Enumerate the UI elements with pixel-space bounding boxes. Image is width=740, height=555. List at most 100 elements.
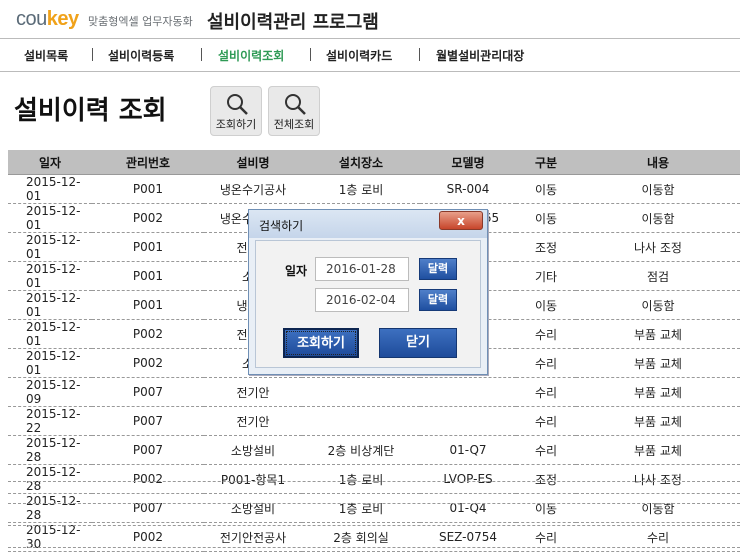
dialog-search-button[interactable]: 조회하기 bbox=[283, 328, 359, 358]
table-cell: P001 bbox=[92, 261, 204, 291]
start-calendar-button[interactable]: 달력 bbox=[419, 258, 457, 280]
table-row[interactable]: 2015-12-01 P001 냉온수기공사 1층 로비 SR-004 이동 이동함 bbox=[8, 174, 740, 204]
table-cell: 2015-12-28 bbox=[8, 493, 92, 523]
empty-row bbox=[8, 481, 740, 482]
table-cell: 부품 교체 bbox=[576, 377, 740, 407]
table-cell: 이동 bbox=[516, 203, 576, 233]
table-row[interactable]: 2015-12-22 P007 전기안 수리 부품 교체 bbox=[8, 406, 740, 436]
table-row[interactable]: 2015-12-28 P007 소방설비 2층 비상계단 01-Q7 수리 부품 교체 bbox=[8, 435, 740, 465]
column-header: 설비명 bbox=[204, 150, 302, 175]
table-cell: 2015-12-01 bbox=[8, 319, 92, 349]
table-cell: P007 bbox=[92, 406, 204, 436]
column-header: 일자 bbox=[8, 150, 92, 175]
table-cell: P002 bbox=[92, 319, 204, 349]
table-cell: 수리 bbox=[516, 377, 576, 407]
column-header: 설치장소 bbox=[302, 150, 420, 175]
search-button-label: 조회하기 bbox=[215, 118, 257, 131]
main-nav: 설비목록 설비이력등록 설비이력조회 설비이력카드 월별설비관리대장 bbox=[0, 38, 740, 72]
table-cell: 수리 bbox=[516, 348, 576, 378]
table-cell: 1층 로비 bbox=[302, 493, 420, 523]
table-cell: 부품 교체 bbox=[576, 435, 740, 465]
table-cell: 2015-12-28 bbox=[8, 464, 92, 494]
column-header: 관리번호 bbox=[92, 150, 204, 175]
table-cell: 01-Q4 bbox=[420, 493, 516, 523]
logo: coukey bbox=[16, 8, 79, 30]
table-cell: 수리 bbox=[516, 406, 576, 436]
logo-subtitle: 맞춤형엑셀 업무자동화 bbox=[88, 15, 193, 28]
start-date-field[interactable]: 2016-01-28 bbox=[315, 257, 409, 281]
empty-row bbox=[8, 503, 740, 504]
nav-item-history-card[interactable]: 설비이력카드 bbox=[326, 47, 392, 64]
table-cell: P007 bbox=[92, 377, 204, 407]
nav-item-history-register[interactable]: 설비이력등록 bbox=[108, 47, 174, 64]
table-cell: P007 bbox=[92, 435, 204, 465]
table-cell: 이동 bbox=[516, 493, 576, 523]
end-date-field[interactable]: 2016-02-04 bbox=[315, 288, 409, 312]
table-cell bbox=[420, 406, 516, 436]
dialog-close-action-button[interactable]: 닫기 bbox=[379, 328, 457, 358]
show-all-button[interactable]: 전체조회 bbox=[268, 86, 320, 136]
table-cell: 2015-12-01 bbox=[8, 261, 92, 291]
table-cell: 수리 bbox=[516, 319, 576, 349]
nav-divider bbox=[419, 48, 420, 61]
table-cell: 2015-12-01 bbox=[8, 348, 92, 378]
table-cell: 부품 교체 bbox=[576, 319, 740, 349]
app-header: coukey 맞춤형엑셀 업무자동화 설비이력관리 프로그램 bbox=[0, 0, 740, 38]
table-cell: 2015-12-01 bbox=[8, 174, 92, 204]
table-cell bbox=[302, 377, 420, 407]
table-cell: 소방설비 bbox=[204, 435, 302, 465]
table-cell: 1층 로비 bbox=[302, 174, 420, 204]
table-cell: 나사 조정 bbox=[576, 232, 740, 262]
table-cell: P001 bbox=[92, 290, 204, 320]
table-cell: LVOP-ES bbox=[420, 464, 516, 494]
table-cell: 이동 bbox=[516, 174, 576, 204]
column-header: 내용 bbox=[576, 150, 740, 175]
table-cell: 냉온수기공사 bbox=[204, 174, 302, 204]
table-cell: 2015-12-01 bbox=[8, 290, 92, 320]
nav-divider bbox=[201, 48, 202, 61]
table-cell: 점검 bbox=[576, 261, 740, 291]
table-cell: 이동함 bbox=[576, 290, 740, 320]
table-cell: P002 bbox=[92, 348, 204, 378]
end-calendar-button[interactable]: 달력 bbox=[419, 289, 457, 311]
table-cell: P001-항목1 bbox=[204, 464, 302, 494]
table-row[interactable]: 2015-12-28 P007 소방설비 1층 로비 01-Q4 이동 이동함 bbox=[8, 493, 740, 523]
table-cell: 2015-12-22 bbox=[8, 406, 92, 436]
table-cell: P001 bbox=[92, 174, 204, 204]
empty-row bbox=[8, 547, 740, 548]
table-cell: P002 bbox=[92, 464, 204, 494]
column-header: 모델명 bbox=[420, 150, 516, 175]
date-label: 일자 bbox=[285, 264, 308, 278]
table-cell: 부품 교체 bbox=[576, 406, 740, 436]
table-cell bbox=[302, 406, 420, 436]
nav-divider bbox=[310, 48, 311, 61]
nav-item-history-search[interactable]: 설비이력조회 bbox=[218, 47, 284, 64]
dialog-close-button[interactable]: x bbox=[439, 211, 483, 230]
table-cell: 나사 조정 bbox=[576, 464, 740, 494]
page-title: 설비이력 조회 bbox=[14, 96, 167, 126]
table-cell bbox=[420, 377, 516, 407]
table-cell: 조정 bbox=[516, 232, 576, 262]
table-cell: P007 bbox=[92, 493, 204, 523]
table-cell: 소방설비 bbox=[204, 493, 302, 523]
nav-divider bbox=[92, 48, 93, 61]
table-cell: 부품 교체 bbox=[576, 348, 740, 378]
table-cell: 이동함 bbox=[576, 203, 740, 233]
table-row[interactable]: 2015-12-28 P002 P001-항목1 1층 로비 LVOP-ES 조정 나사 조… bbox=[8, 464, 740, 494]
app-title: 설비이력관리 프로그램 bbox=[207, 12, 379, 33]
table-cell: P002 bbox=[92, 203, 204, 233]
nav-item-monthly-ledger[interactable]: 월별설비관리대장 bbox=[436, 47, 524, 64]
table-cell: 전기안 bbox=[204, 377, 302, 407]
table-header: 일자 관리번호 설비명 설치장소 모델명 구분 내용 bbox=[8, 150, 740, 175]
table-row[interactable]: 2015-12-09 P007 전기안 수리 부품 교체 bbox=[8, 377, 740, 407]
table-cell: 전기안 bbox=[204, 406, 302, 436]
table-cell: 2015-12-28 bbox=[8, 435, 92, 465]
magnifier-icon bbox=[227, 94, 248, 115]
dialog-titlebar[interactable]: 검색하기 x bbox=[249, 210, 487, 238]
table-cell: 1층 로비 bbox=[302, 464, 420, 494]
table-cell: SR-004 bbox=[420, 174, 516, 204]
table-cell: 수리 bbox=[516, 435, 576, 465]
nav-item-equipment-list[interactable]: 설비목록 bbox=[24, 47, 68, 64]
dialog-title: 검색하기 bbox=[259, 219, 304, 233]
search-button[interactable]: 조회하기 bbox=[210, 86, 262, 136]
